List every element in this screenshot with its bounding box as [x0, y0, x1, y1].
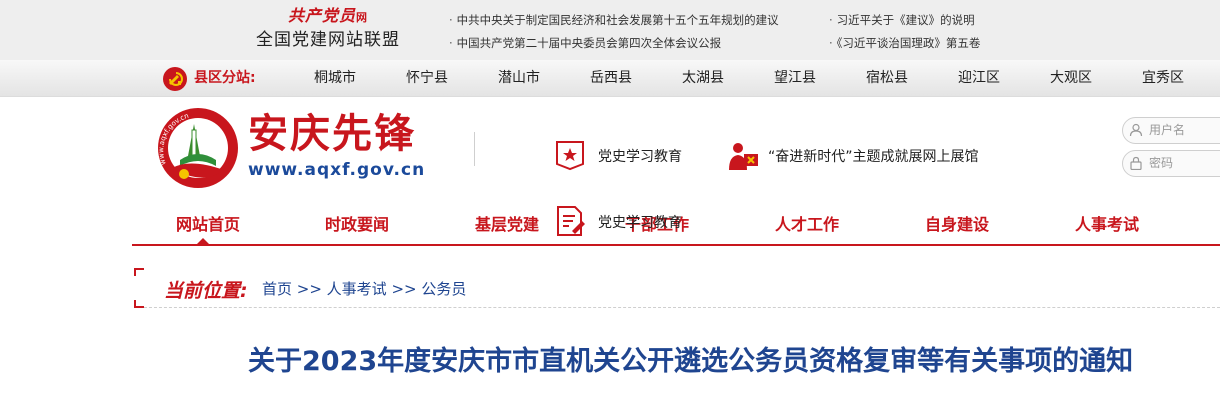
county-link-tongcheng[interactable]: 桐城市 [314, 67, 356, 87]
breadcrumb-corner-bottom [134, 300, 144, 308]
county-link-huaining[interactable]: 怀宁县 [406, 67, 448, 87]
news-link-plenary-communique[interactable]: 中国共产党第二十届中央委员会第四次全体会议公报 [449, 35, 722, 51]
party-website-alliance-link[interactable]: 共产党员网 全国党建网站联盟 [252, 6, 404, 54]
nav-grassroots-party[interactable]: 基层党建 [475, 211, 539, 235]
county-link-yixiu[interactable]: 宜秀区 [1142, 67, 1184, 87]
username-field[interactable]: 用户名 [1122, 117, 1220, 144]
feature-link-history-education-2[interactable]: 党史学习教育 [598, 212, 682, 232]
password-placeholder: 密码 [1149, 156, 1174, 170]
news-link-explanation[interactable]: 习近平关于《建议》的说明 [829, 12, 975, 28]
site-title: 安庆先锋 [248, 111, 416, 157]
party-history-book-icon[interactable] [553, 138, 587, 172]
breadcrumb-corner-top [134, 268, 144, 276]
article-title: 关于2023年度安庆市市直机关公开遴选公务员资格复审等有关事项的通知 [248, 346, 1134, 377]
county-label: 县区分站: [194, 70, 256, 86]
brand-name: 全国党建网站联盟 [256, 30, 400, 50]
feature-link-exhibition-hall[interactable]: “奋进新时代”主题成就展网上展馆 [768, 146, 979, 166]
county-link-susong[interactable]: 宿松县 [866, 67, 908, 87]
document-edit-icon[interactable] [553, 204, 587, 238]
lock-icon [1130, 156, 1142, 170]
nav-self-building[interactable]: 自身建设 [925, 211, 989, 235]
feature-link-history-education[interactable]: 党史学习教育 [598, 146, 682, 166]
county-link-taihu[interactable]: 太湖县 [682, 67, 724, 87]
county-link-qianshan[interactable]: 潜山市 [498, 67, 540, 87]
nav-talent-work[interactable]: 人才工作 [775, 211, 839, 235]
nav-underline [132, 244, 1220, 246]
user-icon [1129, 123, 1143, 137]
site-logo-emblem[interactable]: www.aqxf.gov.cn [150, 104, 246, 192]
news-link-governance-volume[interactable]: 《习近平谈治国理政》第五卷 [829, 35, 981, 51]
top-bar [0, 0, 1220, 60]
breadcrumb-label: 当前位置: [164, 280, 248, 302]
site-url: www.aqxf.gov.cn [248, 160, 426, 180]
county-link-wangjiang[interactable]: 望江县 [774, 67, 816, 87]
nav-home[interactable]: 网站首页 [176, 211, 240, 235]
county-link-yuexi[interactable]: 岳西县 [590, 67, 632, 87]
header-divider [474, 132, 475, 166]
username-placeholder: 用户名 [1149, 123, 1186, 137]
nav-personnel-exam[interactable]: 人事考试 [1075, 211, 1139, 235]
county-link-daguan[interactable]: 大观区 [1050, 67, 1092, 87]
party-emblem-icon [163, 67, 187, 91]
password-field[interactable]: 密码 [1122, 150, 1220, 177]
county-link-yingjiang[interactable]: 迎江区 [958, 67, 1000, 87]
nav-current-affairs[interactable]: 时政要闻 [325, 211, 389, 235]
brand-cursive-logo: 共产党员网 [287, 6, 368, 25]
breadcrumb-path[interactable]: 首页 >> 人事考试 >> 公务员 [262, 278, 466, 299]
news-link-five-year-plan[interactable]: 中共中央关于制定国民经济和社会发展第十五个五年规划的建议 [449, 12, 779, 28]
exhibition-flag-icon[interactable] [726, 140, 760, 174]
